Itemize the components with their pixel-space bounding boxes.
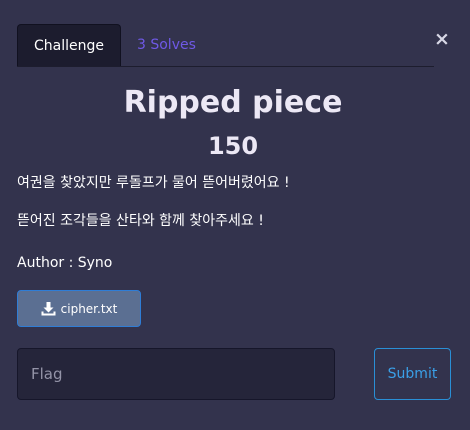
description-line: 여권을 찾았지만 루돌프가 물어 뜯어버렸어요 ! [17,175,290,191]
flag-input[interactable] [17,348,335,400]
tab-challenge[interactable]: Challenge [17,24,121,66]
download-icon [41,301,56,316]
challenge-modal: Challenge 3 Solves × Ripped piece 150 여권… [0,0,470,430]
description-line: 뜯어진 조각들을 산타와 함께 찾아주세요 ! [17,213,264,229]
file-name-label: cipher.txt [60,301,118,316]
download-file-button[interactable]: cipher.txt [17,290,141,327]
challenge-points: 150 [207,132,259,160]
close-icon[interactable]: × [433,29,451,49]
submit-button[interactable]: Submit [374,348,451,400]
challenge-title: Ripped piece [123,85,343,120]
author-text: Author : Syno [17,255,113,271]
tab-solves[interactable]: 3 Solves [137,24,196,66]
tab-bar: Challenge 3 Solves [17,24,434,67]
